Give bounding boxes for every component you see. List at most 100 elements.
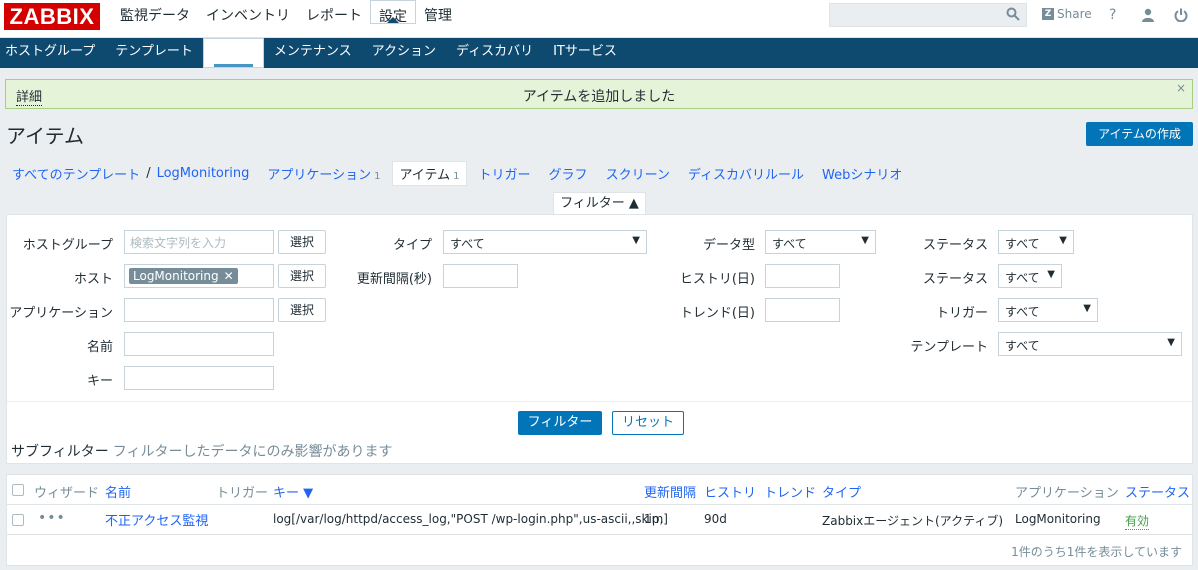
- column-header-interval[interactable]: 更新間隔: [644, 482, 696, 501]
- dropdown-arrow-icon: ▼: [1059, 235, 1067, 246]
- breadcrumb: すべてのテンプレート / LogMonitoring アプリケーション 1 アイテ…: [6, 160, 908, 186]
- dropdown-arrow-icon: ▼: [1167, 337, 1175, 348]
- tab-discovery-rules[interactable]: ディスカバリルール: [682, 162, 810, 185]
- column-header-status[interactable]: ステータス: [1125, 482, 1190, 501]
- header-divider: [7, 504, 1192, 505]
- filter-toggle-tab[interactable]: フィルター ▲: [553, 192, 646, 215]
- item-type: Zabbixエージェント(アクティブ): [822, 514, 1004, 528]
- column-header-history[interactable]: ヒストリ: [704, 482, 756, 501]
- history-label: ヒストリ(日): [679, 272, 755, 287]
- tab-applications[interactable]: アプリケーション 1: [261, 162, 386, 185]
- history-input[interactable]: [765, 264, 840, 288]
- close-icon[interactable]: ×: [1176, 81, 1186, 95]
- interval-label: 更新間隔(秒): [356, 272, 432, 287]
- menu-configuration[interactable]: 設定: [370, 0, 416, 25]
- submenu-actions[interactable]: アクション: [362, 38, 446, 68]
- application-input[interactable]: [124, 298, 274, 322]
- status-label: ステータス: [922, 238, 988, 253]
- tab-triggers[interactable]: トリガー: [473, 162, 537, 185]
- apply-filter-button[interactable]: フィルター: [518, 411, 602, 435]
- help-icon[interactable]: ?: [1109, 7, 1116, 23]
- wizard-menu-icon[interactable]: •••: [38, 510, 66, 526]
- name-label: 名前: [86, 340, 113, 355]
- state-select[interactable]: すべて ▼: [998, 264, 1062, 288]
- key-input[interactable]: [124, 366, 274, 390]
- status-select[interactable]: すべて ▼: [998, 230, 1074, 254]
- column-header-type[interactable]: タイプ: [822, 482, 861, 501]
- row-divider: [7, 534, 1192, 535]
- host-label: ホスト: [73, 272, 113, 287]
- page-title: アイテム: [6, 124, 84, 148]
- name-input[interactable]: [124, 332, 274, 356]
- hostgroup-select-button[interactable]: 選択: [278, 230, 326, 254]
- items-count: 1: [453, 170, 460, 182]
- submenu-discovery[interactable]: ディスカバリ: [446, 38, 543, 68]
- template-label: テンプレート: [910, 340, 988, 355]
- search-input[interactable]: [829, 3, 1027, 27]
- tab-graphs[interactable]: グラフ: [543, 162, 594, 185]
- column-header-trends[interactable]: トレンド: [764, 482, 816, 501]
- column-header-key[interactable]: キー ▼: [273, 482, 313, 501]
- item-application: LogMonitoring: [1015, 512, 1101, 526]
- dropdown-arrow-icon: ▼: [861, 235, 869, 246]
- column-header-wizard: ウィザード: [34, 486, 100, 501]
- interval-input[interactable]: [443, 264, 518, 288]
- trend-label: トレンド(日): [679, 306, 755, 321]
- column-header-applications: アプリケーション: [1015, 486, 1119, 501]
- datatype-select[interactable]: すべて ▼: [765, 230, 876, 254]
- column-header-triggers: トリガー: [216, 486, 269, 501]
- submenu-templates[interactable]: テンプレート: [105, 38, 203, 68]
- row-checkbox[interactable]: [12, 514, 24, 526]
- triggers-select[interactable]: すべて ▼: [998, 298, 1098, 322]
- column-header-name[interactable]: 名前: [105, 482, 131, 501]
- menu-reports[interactable]: レポート: [298, 0, 370, 38]
- subfilter-hint: フィルターしたデータにのみ影響があります: [112, 444, 393, 460]
- share-link[interactable]: Z Share: [1042, 7, 1092, 21]
- status-badge[interactable]: 有効: [1125, 512, 1150, 530]
- triggers-label: トリガー: [935, 306, 988, 321]
- application-select-button[interactable]: 選択: [278, 298, 326, 322]
- subfilter-title: サブフィルター: [11, 444, 109, 460]
- dropdown-arrow-icon: ▼: [1083, 303, 1091, 314]
- tab-items[interactable]: アイテム 1: [392, 160, 467, 186]
- state-label: ステータス: [922, 272, 988, 287]
- user-profile-icon[interactable]: [1141, 8, 1155, 22]
- search-icon[interactable]: [1006, 7, 1020, 21]
- select-all-checkbox[interactable]: [12, 484, 24, 496]
- tab-web-scenarios[interactable]: Webシナリオ: [816, 162, 908, 185]
- share-label: Share: [1057, 7, 1092, 21]
- item-name-link[interactable]: 不正アクセス監視: [105, 510, 208, 529]
- menu-monitoring[interactable]: 監視データ: [112, 0, 198, 38]
- logout-icon[interactable]: [1174, 8, 1188, 22]
- menu-inventory[interactable]: インベントリ: [198, 0, 298, 38]
- message-text: アイテムを追加しました: [522, 89, 676, 105]
- type-select[interactable]: すべて ▼: [443, 230, 647, 254]
- host-select-button[interactable]: 選択: [278, 264, 326, 288]
- trend-input[interactable]: [765, 298, 840, 322]
- success-message: 詳細 アイテムを追加しました ×: [5, 79, 1193, 109]
- main-menu: 監視データ インベントリ レポート 設定 管理: [112, 0, 460, 38]
- top-bar: ZABBIX 監視データ インベントリ レポート 設定 管理 Z Share ?: [0, 0, 1198, 38]
- dropdown-arrow-icon: ▼: [1047, 269, 1055, 280]
- table-footer-count: 1件のうち1件を表示しています: [1011, 545, 1182, 559]
- breadcrumb-host[interactable]: LogMonitoring: [151, 164, 256, 183]
- item-history: 90d: [704, 512, 727, 526]
- submenu-hosts[interactable]: ホスト: [202, 38, 264, 68]
- submenu-it-services[interactable]: ITサービス: [543, 38, 627, 68]
- host-multiselect[interactable]: LogMonitoring ✕: [124, 264, 274, 288]
- item-key: log[/var/log/httpd/access_log,"POST /wp-…: [273, 512, 668, 526]
- submenu-maintenance[interactable]: メンテナンス: [264, 38, 362, 68]
- datatype-label: データ型: [702, 238, 755, 253]
- submenu-host-groups[interactable]: ホストグループ: [0, 38, 105, 68]
- create-item-button[interactable]: アイテムの作成: [1086, 122, 1193, 146]
- remove-tag-icon[interactable]: ✕: [224, 269, 234, 283]
- filter-divider: [7, 401, 1192, 402]
- share-icon: Z: [1042, 8, 1054, 20]
- zabbix-logo[interactable]: ZABBIX: [4, 3, 100, 30]
- hostgroup-input[interactable]: 検索文字列を入力: [124, 230, 274, 254]
- tab-screens[interactable]: スクリーン: [600, 162, 676, 185]
- breadcrumb-all-templates[interactable]: すべてのテンプレート: [6, 162, 146, 185]
- menu-administration[interactable]: 管理: [416, 0, 460, 38]
- reset-filter-button[interactable]: リセット: [612, 411, 684, 435]
- template-select[interactable]: すべて ▼: [998, 332, 1182, 356]
